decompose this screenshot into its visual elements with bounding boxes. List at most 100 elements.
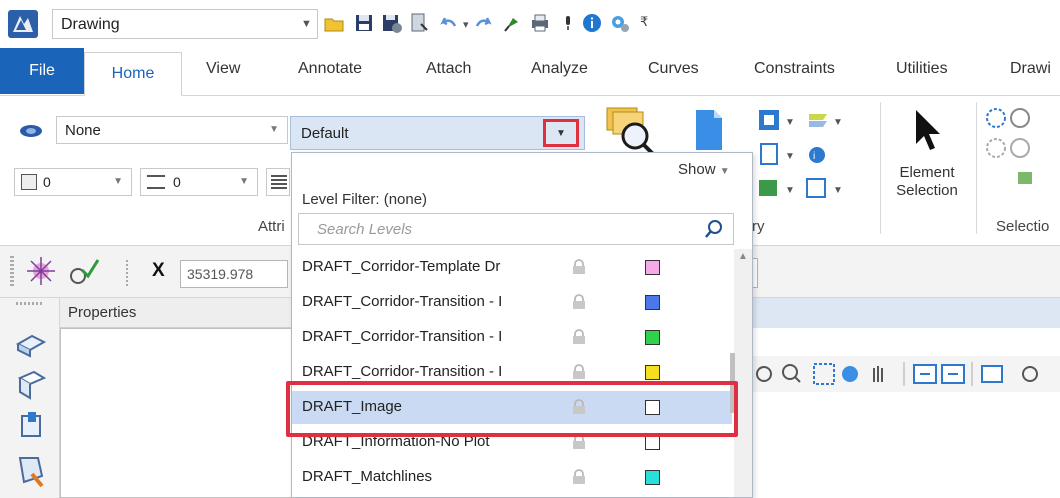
- level-row[interactable]: DRAFT_Matchlines: [292, 461, 732, 494]
- snap-icon[interactable]: [24, 254, 58, 288]
- grip-handle[interactable]: [16, 302, 42, 305]
- tab-home[interactable]: Home: [84, 52, 182, 96]
- tab-attach[interactable]: Attach: [426, 60, 471, 78]
- level-row[interactable]: DRAFT_Corridor-Transition - I: [292, 286, 732, 319]
- snap-mode-icon[interactable]: [64, 254, 104, 288]
- tab-drawing[interactable]: Drawi: [1010, 60, 1051, 78]
- lock-icon[interactable]: [571, 364, 587, 380]
- tab-file[interactable]: File: [0, 48, 84, 94]
- lock-icon[interactable]: [571, 294, 587, 310]
- active-level-combo[interactable]: Default: [290, 116, 585, 150]
- level-list-scrollbar[interactable]: ▲: [734, 249, 752, 497]
- svg-text:▼: ▼: [833, 117, 843, 128]
- quick-access-toolbar: Drawing ▼ ▾ ₹: [0, 0, 1060, 48]
- search-levels-placeholder: Search Levels: [317, 221, 413, 238]
- level-color-swatch[interactable]: [645, 435, 660, 450]
- solid-tool-icon[interactable]: [14, 410, 48, 442]
- ribbon-separator: [880, 102, 881, 234]
- level-filter-label: Level Filter: (none): [302, 191, 428, 208]
- element-selection-icon[interactable]: [910, 108, 946, 154]
- svg-text:▼: ▼: [785, 185, 795, 196]
- extrude-icon[interactable]: [14, 368, 48, 400]
- element-selection-label-2[interactable]: Selection: [886, 182, 968, 199]
- tab-view[interactable]: View: [206, 60, 240, 78]
- level-row[interactable]: DRAFT_Corridor-Template Dr: [292, 251, 732, 284]
- highlight-annotation: [286, 381, 738, 437]
- chevron-down-icon[interactable]: ▼: [301, 18, 312, 30]
- lock-icon[interactable]: [571, 329, 587, 345]
- level-color-swatch[interactable]: [645, 365, 660, 380]
- transparency-combo[interactable]: [266, 168, 290, 196]
- lock-icon[interactable]: [571, 469, 587, 485]
- level-color-swatch[interactable]: [645, 295, 660, 310]
- active-level-dropdown-button[interactable]: ▼: [543, 119, 579, 147]
- show-menu-button[interactable]: Show ▼: [678, 161, 730, 178]
- chevron-down-icon: ▼: [113, 176, 123, 187]
- level-row[interactable]: DRAFT_Corridor-Transition - I: [292, 321, 732, 354]
- microstation-logo-icon[interactable]: [8, 10, 38, 38]
- active-level-value: Default: [301, 125, 349, 142]
- ribbon-separator: [976, 102, 977, 234]
- element-tools-row-3[interactable]: ▼ ▼: [757, 176, 865, 202]
- x-axis-label: X: [152, 260, 165, 281]
- tab-annotate[interactable]: Annotate: [298, 60, 362, 78]
- display-style-combo[interactable]: None ▼: [56, 116, 288, 144]
- document-icon[interactable]: [694, 108, 724, 152]
- group-label-attributes: Attri: [258, 218, 285, 235]
- compress-icon[interactable]: [408, 10, 432, 36]
- view-window: [750, 298, 1060, 498]
- open-folder-icon[interactable]: [322, 10, 346, 36]
- x-coordinate-input[interactable]: 35319.978: [180, 260, 288, 288]
- toolbar-separator: [126, 258, 128, 286]
- level-color-swatch[interactable]: [645, 260, 660, 275]
- tab-constraints[interactable]: Constraints: [754, 60, 835, 78]
- pin-icon[interactable]: [500, 10, 524, 36]
- grip-handle[interactable]: [10, 256, 14, 286]
- weight-value: 0: [43, 174, 51, 190]
- edit-solid-icon[interactable]: [14, 452, 48, 488]
- properties-panel-header[interactable]: Properties: [60, 298, 300, 328]
- settings-gear-icon[interactable]: [608, 10, 632, 36]
- element-selection-label-1[interactable]: Element: [890, 164, 964, 181]
- element-tools-row-1[interactable]: ▼ ▼: [757, 108, 865, 134]
- selection-tools[interactable]: [984, 106, 1048, 186]
- customize-icon[interactable]: ₹: [640, 14, 648, 30]
- chevron-down-icon: ▼: [269, 124, 279, 135]
- level-color-swatch[interactable]: [645, 330, 660, 345]
- print-icon[interactable]: [528, 10, 552, 36]
- save-settings-icon[interactable]: [380, 10, 404, 36]
- line-style-icon: [147, 175, 165, 189]
- place-slab-icon[interactable]: [14, 328, 48, 358]
- chevron-down-icon: ▼: [239, 176, 249, 187]
- info-icon[interactable]: [580, 10, 604, 36]
- save-icon[interactable]: [352, 10, 376, 36]
- undo-icon[interactable]: [436, 10, 460, 36]
- redo-icon[interactable]: [472, 10, 496, 36]
- level-dropdown-popup: Show ▼ Level Filter: (none) Search Level…: [291, 152, 753, 498]
- group-label-primary: ry: [752, 218, 765, 235]
- line-weight-combo[interactable]: 0 ▼: [14, 168, 132, 196]
- element-tools-row-2[interactable]: ▼ i: [757, 142, 865, 168]
- properties-title: Properties: [68, 304, 137, 321]
- level-list: DRAFT_Corridor-Template Dr DRAFT_Corridor…: [292, 251, 732, 497]
- tab-analyze[interactable]: Analyze: [531, 60, 588, 78]
- line-style-combo[interactable]: 0 ▼: [140, 168, 258, 196]
- level-color-swatch[interactable]: [645, 470, 660, 485]
- file-name-combo[interactable]: Drawing ▼: [52, 9, 318, 39]
- scroll-up-icon[interactable]: ▲: [738, 251, 748, 262]
- lock-icon[interactable]: [571, 259, 587, 275]
- level-name: DRAFT_Matchlines: [302, 468, 433, 485]
- tab-utilities[interactable]: Utilities: [896, 60, 948, 78]
- left-tool-column: [0, 298, 60, 498]
- microphone-icon[interactable]: [556, 10, 580, 36]
- level-manager-icon[interactable]: [603, 102, 661, 156]
- chevron-down-icon: ▼: [719, 166, 730, 177]
- search-icon[interactable]: [703, 218, 725, 240]
- tab-curves[interactable]: Curves: [648, 60, 699, 78]
- ribbon-tabs: File Home View Annotate Attach Analyze C…: [0, 48, 1060, 96]
- search-levels-input[interactable]: Search Levels: [298, 213, 734, 245]
- group-label-selection: Selectio: [996, 218, 1050, 235]
- display-style-value: None: [65, 122, 101, 139]
- view-title-bar[interactable]: [750, 298, 1060, 328]
- undo-dropdown-icon[interactable]: ▾: [463, 18, 469, 31]
